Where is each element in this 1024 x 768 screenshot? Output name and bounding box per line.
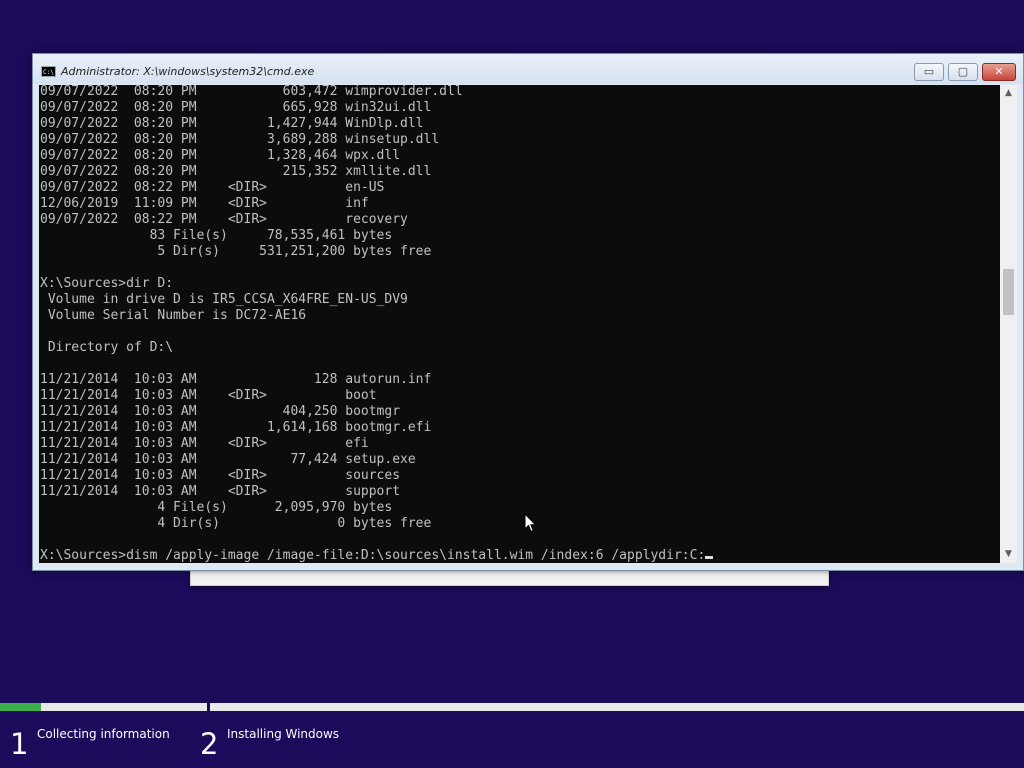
console-line: 09/07/2022 08:20 PM 1,328,464 wpx.dll [40,148,401,163]
console-line: 11/21/2014 10:03 AM <DIR> sources [40,468,401,483]
console-line: 11/21/2014 10:03 AM <DIR> boot [40,388,377,403]
console-line: 09/07/2022 08:22 PM <DIR> recovery [40,212,408,227]
vertical-scrollbar[interactable]: ▲ ▼ [1000,85,1017,563]
setup-progress-bar [0,703,1024,711]
console-line: 4 Dir(s) 0 bytes free [40,516,432,531]
console-line: 09/07/2022 08:20 PM 603,472 wimprovider.… [40,85,463,99]
console-line: X:\Sources>dir D: [40,276,174,291]
progress-segment-collecting [0,703,207,711]
console-text: 09/07/2022 08:20 PM 603,472 wimprovider.… [40,85,714,563]
step-number: 2 [200,727,219,761]
command-prompt-line[interactable]: X:\Sources>dism /apply-image /image-file… [40,548,705,563]
title-bar[interactable]: C:\ Administrator: X:\windows\system32\c… [33,54,1023,84]
console-line: 09/07/2022 08:20 PM 215,352 xmllite.dll [40,164,432,179]
console-line: 4 File(s) 2,095,970 bytes [40,500,393,515]
cmd-window[interactable]: C:\ Administrator: X:\windows\system32\c… [32,53,1024,571]
console-line: Directory of D:\ [40,340,174,355]
console-line: 11/21/2014 10:03 AM <DIR> efi [40,436,369,451]
console-line: 09/07/2022 08:20 PM 3,689,288 winsetup.d… [40,132,440,147]
console-line: Volume Serial Number is DC72-AE16 [40,308,307,323]
setup-background: C:\ Administrator: X:\windows\system32\c… [0,0,1024,768]
close-button[interactable]: ✕ [982,63,1016,81]
console-line: 11/21/2014 10:03 AM 1,614,168 bootmgr.ef… [40,420,432,435]
console-line: 11/21/2014 10:03 AM 77,424 setup.exe [40,452,416,467]
console-line: Volume in drive D is IR5_CCSA_X64FRE_EN-… [40,292,408,307]
scroll-up-arrow-icon[interactable]: ▲ [1000,85,1017,102]
mouse-pointer-icon [524,513,537,533]
cmd-icon: C:\ [41,66,56,77]
scroll-down-arrow-icon[interactable]: ▼ [1000,546,1017,563]
console-line: 5 Dir(s) 531,251,200 bytes free [40,244,432,259]
console-line: 09/07/2022 08:20 PM 665,928 win32ui.dll [40,100,432,115]
console-line: 11/21/2014 10:03 AM 404,250 bootmgr [40,404,401,419]
maximize-button[interactable]: ▢ [948,63,978,81]
minimize-button[interactable]: ▭ [914,63,944,81]
console-line: 11/21/2014 10:03 AM <DIR> support [40,484,401,499]
console-line: 83 File(s) 78,535,461 bytes [40,228,393,243]
scroll-thumb[interactable] [1003,269,1014,315]
window-title: Administrator: X:\windows\system32\cmd.e… [61,65,315,78]
step-label: Collecting information [37,727,170,741]
console-line: 12/06/2019 11:09 PM <DIR> inf [40,196,369,211]
console-output[interactable]: 09/07/2022 08:20 PM 603,472 wimprovider.… [39,85,1000,563]
console-line: 11/21/2014 10:03 AM 128 autorun.inf [40,372,432,387]
step-label: Installing Windows [227,727,340,741]
console-line: 09/07/2022 08:20 PM 1,427,944 WinDlp.dll [40,116,424,131]
step-number: 1 [10,727,29,761]
progress-segment-installing [210,703,1024,711]
progress-fill [0,703,42,711]
console-line: 09/07/2022 08:22 PM <DIR> en-US [40,180,385,195]
text-caret [705,556,714,559]
